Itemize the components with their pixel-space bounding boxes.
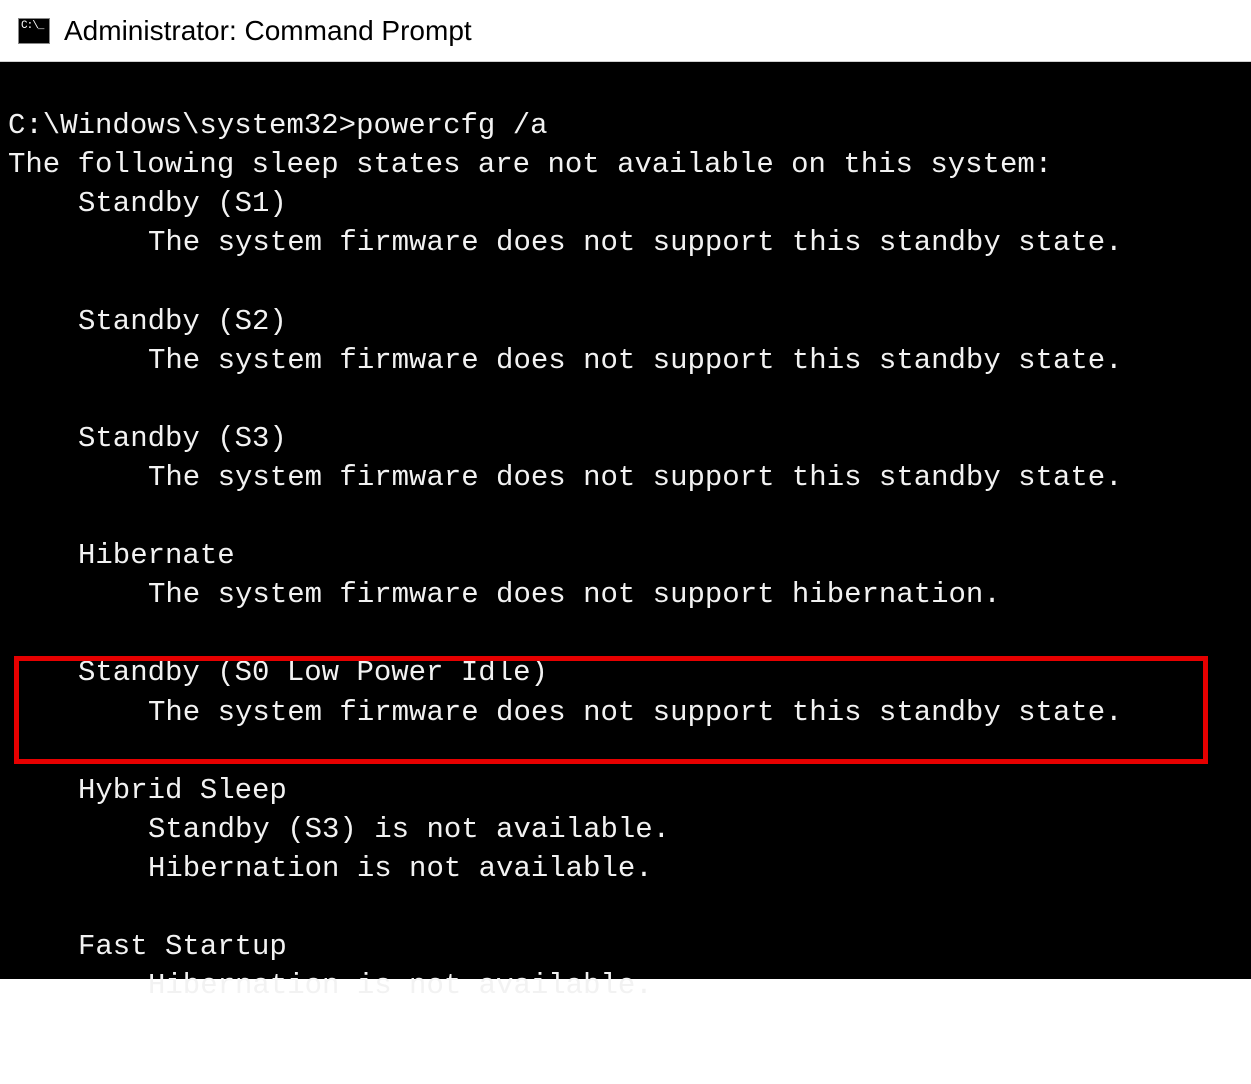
- state-reason: The system firmware does not support thi…: [8, 693, 1243, 732]
- window-title: Administrator: Command Prompt: [64, 15, 472, 47]
- state-name: Standby (S1): [8, 184, 1243, 223]
- state-name: Standby (S3): [8, 419, 1243, 458]
- state-reason: The system firmware does not support thi…: [8, 341, 1243, 380]
- state-reason: Hibernation is not available.: [8, 849, 1243, 888]
- state-reason: Hibernation is not available.: [8, 966, 1243, 1005]
- state-reason: Standby (S3) is not available.: [8, 810, 1243, 849]
- state-name: Fast Startup: [8, 927, 1243, 966]
- output-header: The following sleep states are not avail…: [8, 148, 1052, 181]
- state-name: Hibernate: [8, 536, 1243, 575]
- terminal-output[interactable]: C:\Windows\system32>powercfg /a The foll…: [0, 62, 1251, 979]
- state-reason: The system firmware does not support hib…: [8, 575, 1243, 614]
- titlebar[interactable]: Administrator: Command Prompt: [0, 0, 1251, 62]
- prompt: C:\Windows\system32>powercfg /a: [8, 109, 548, 142]
- state-reason: The system firmware does not support thi…: [8, 223, 1243, 262]
- state-reason: The system firmware does not support thi…: [8, 458, 1243, 497]
- cmd-icon: [18, 18, 50, 44]
- state-name: Standby (S0 Low Power Idle): [8, 653, 1243, 692]
- state-name: Standby (S2): [8, 302, 1243, 341]
- state-name: Hybrid Sleep: [8, 771, 1243, 810]
